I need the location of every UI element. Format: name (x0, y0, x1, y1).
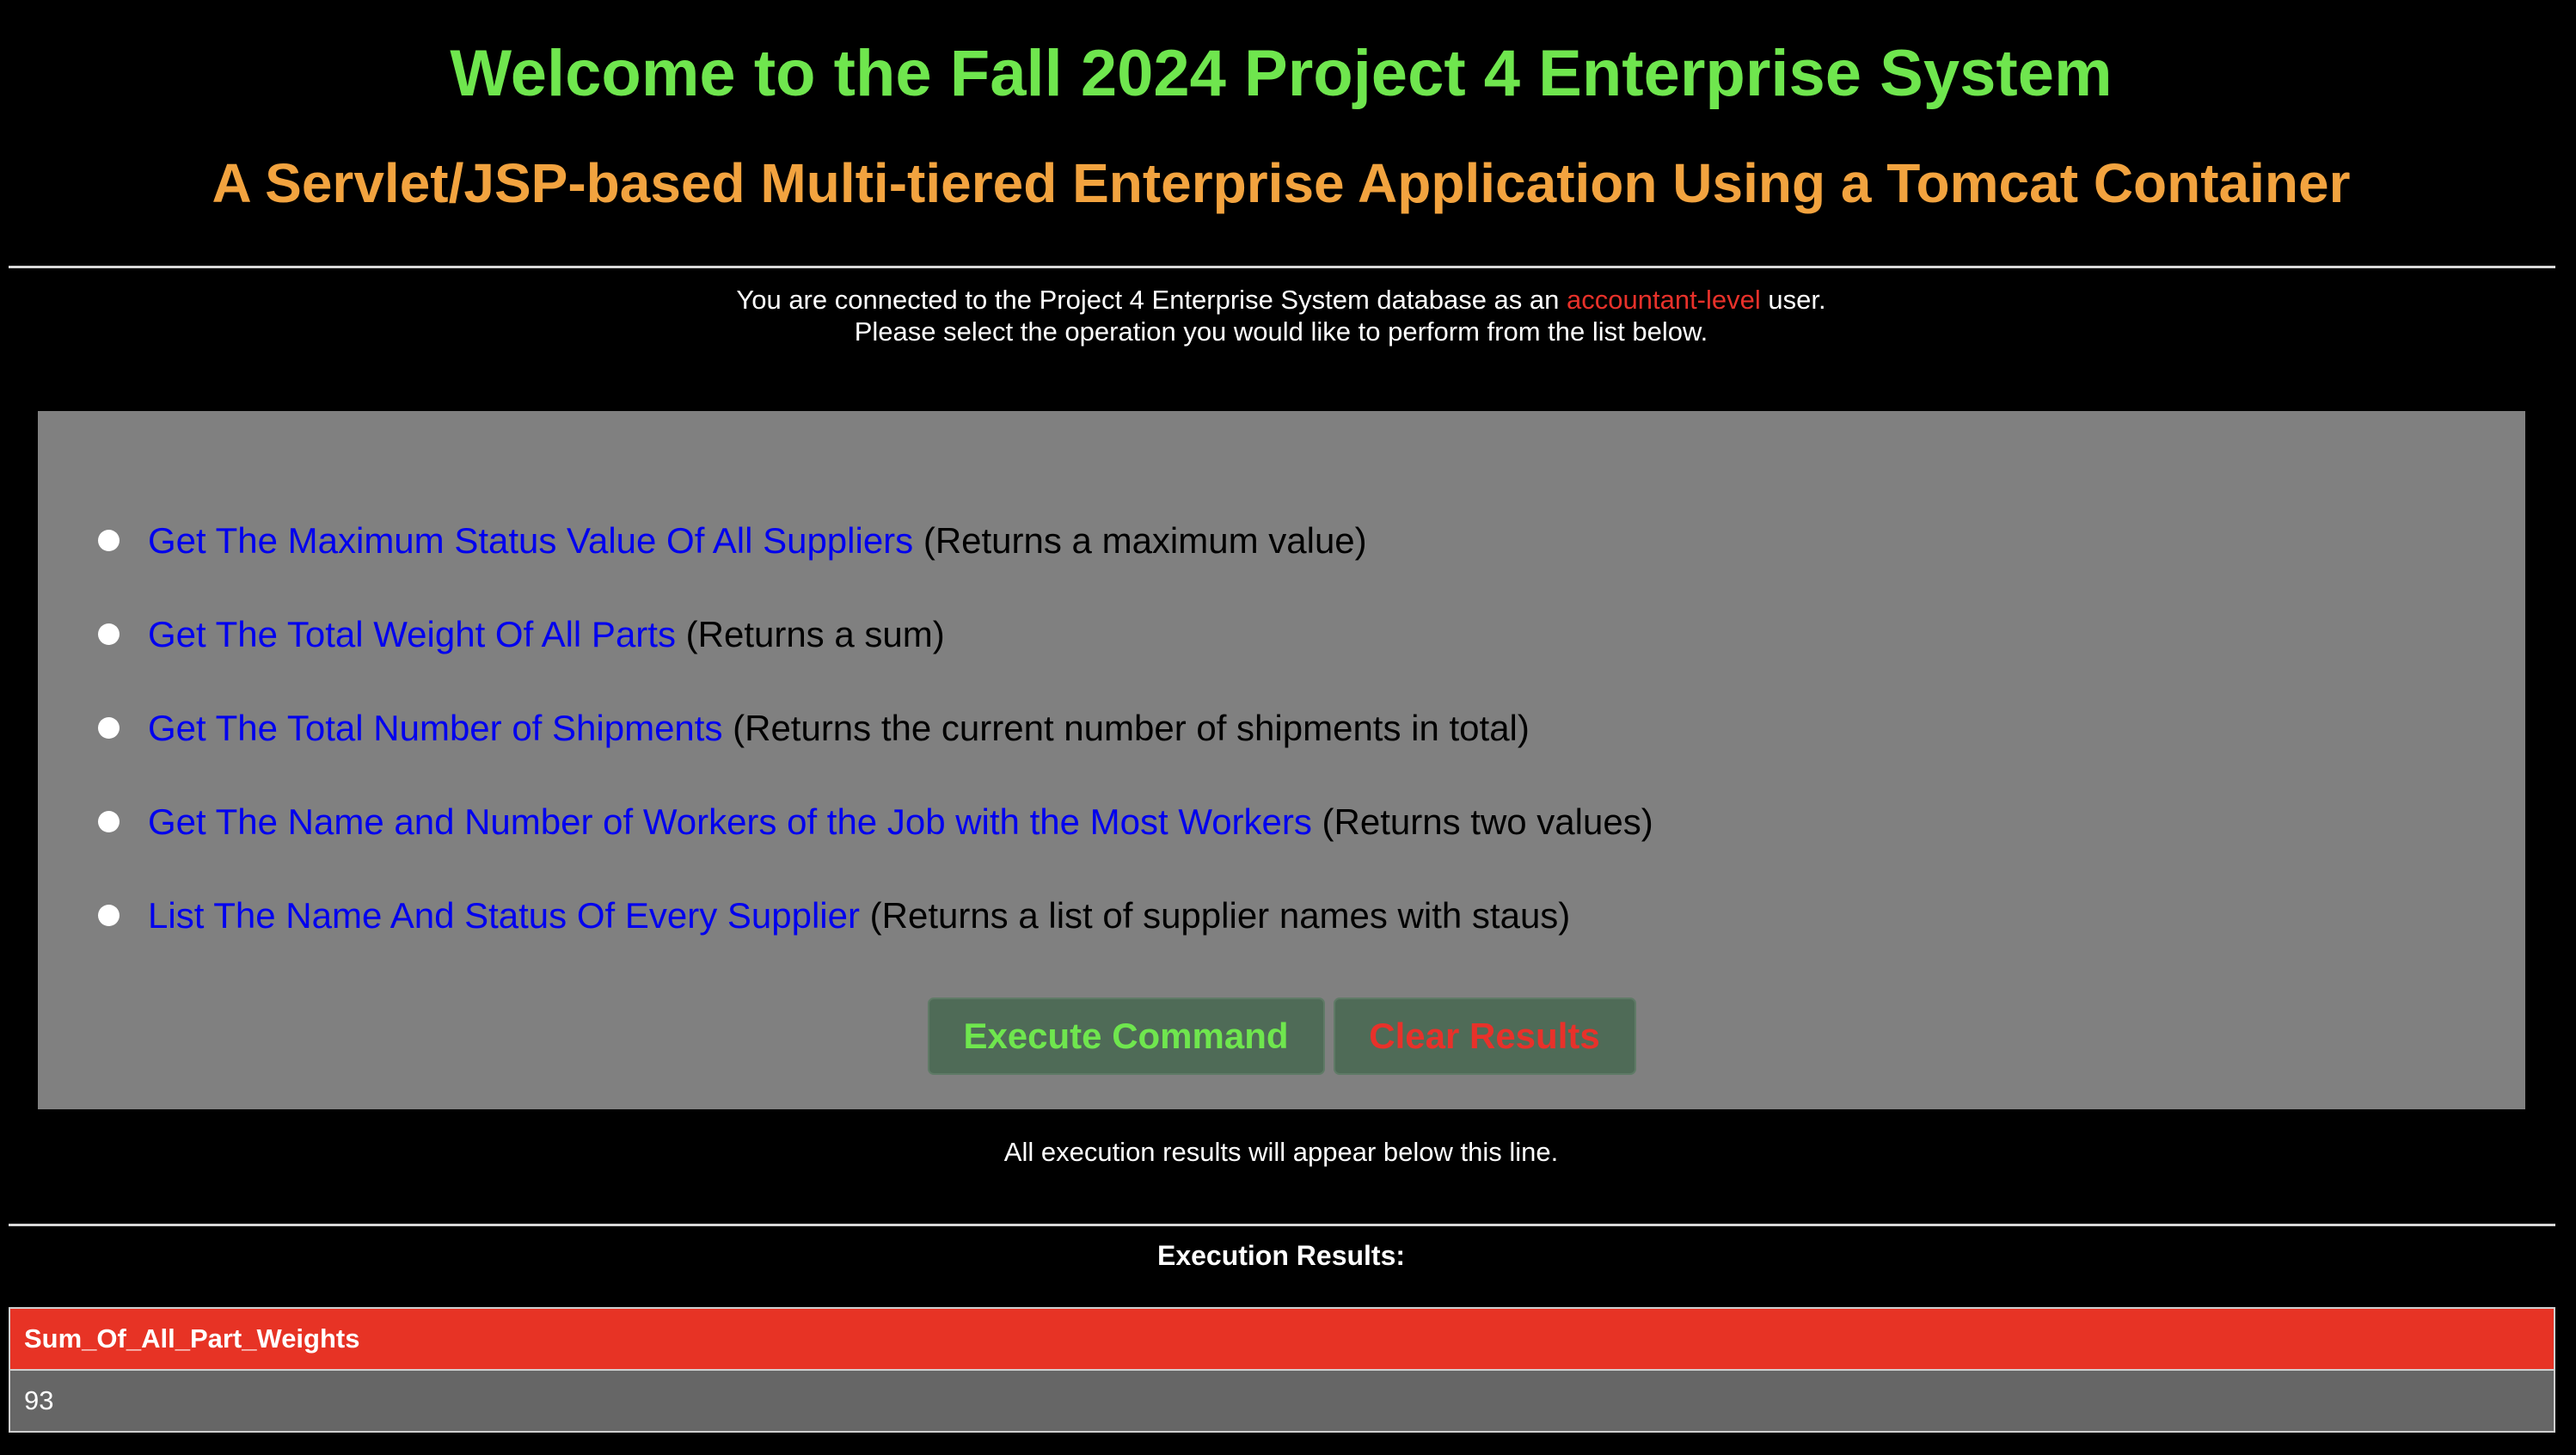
operation-description: (Returns two values) (1311, 801, 1653, 842)
radio-button[interactable] (98, 905, 120, 926)
connection-line: You are connected to the Project 4 Enter… (0, 284, 2562, 316)
operation-link[interactable]: Get The Total Weight Of All Parts (148, 614, 676, 654)
operation-description: (Returns a sum) (675, 613, 945, 654)
connection-info: You are connected to the Project 4 Enter… (0, 284, 2562, 347)
operation-item-most-workers: Get The Name and Number of Workers of th… (38, 775, 2525, 869)
radio-button[interactable] (98, 717, 120, 739)
results-heading: Execution Results: (1156, 1240, 1406, 1271)
instruction-line: Please select the operation you would li… (854, 316, 1708, 347)
operation-description: (Returns a list of supplier names with s… (859, 894, 1571, 936)
results-divider (9, 1224, 2555, 1226)
operation-text: Get The Maximum Status Value Of All Supp… (148, 520, 1367, 562)
execute-command-button[interactable]: Execute Command (927, 998, 1325, 1075)
radio-button[interactable] (98, 811, 120, 832)
operations-list: Get The Maximum Status Value Of All Supp… (38, 494, 2525, 962)
operations-panel: Get The Maximum Status Value Of All Supp… (38, 411, 2525, 1109)
operation-text: Get The Total Weight Of All Parts (Retur… (148, 614, 945, 655)
operation-item-total-weight: Get The Total Weight Of All Parts (Retur… (38, 587, 2525, 681)
column-header: Sum_Of_All_Part_Weights (9, 1307, 2555, 1371)
operation-link[interactable]: Get The Total Number of Shipments (148, 708, 722, 748)
results-note: All execution results will appear below … (1003, 1137, 1559, 1167)
button-row: Execute Command Clear Results (38, 998, 2525, 1075)
table-header-row: Sum_Of_All_Part_Weights (9, 1307, 2555, 1371)
operation-text: Get The Total Number of Shipments (Retur… (148, 708, 1530, 749)
operation-text: Get The Name and Number of Workers of th… (148, 801, 1653, 843)
operation-link[interactable]: List The Name And Status Of Every Suppli… (148, 895, 860, 936)
connection-prefix: You are connected to the Project 4 Enter… (736, 285, 1567, 315)
page-subtitle: A Servlet/JSP-based Multi-tiered Enterpr… (212, 152, 2351, 214)
operation-item-max-status: Get The Maximum Status Value Of All Supp… (38, 494, 2525, 587)
radio-button[interactable] (98, 623, 120, 645)
page-title: Welcome to the Fall 2024 Project 4 Enter… (450, 37, 2113, 110)
clear-results-button[interactable]: Clear Results (1333, 998, 1636, 1075)
user-role: accountant-level (1567, 285, 1761, 315)
operation-item-supplier-list: List The Name And Status Of Every Suppli… (38, 869, 2525, 962)
radio-button[interactable] (98, 530, 120, 551)
operation-text: List The Name And Status Of Every Suppli… (148, 895, 1570, 936)
table-cell: 93 (9, 1369, 2555, 1433)
table-row: 93 (9, 1369, 2555, 1433)
operation-link[interactable]: Get The Maximum Status Value Of All Supp… (148, 520, 913, 561)
operation-description: (Returns the current number of shipments… (722, 707, 1530, 748)
operation-link[interactable]: Get The Name and Number of Workers of th… (148, 801, 1312, 842)
page: Welcome to the Fall 2024 Project 4 Enter… (0, 0, 2576, 1455)
results-table: Sum_Of_All_Part_Weights 93 (9, 1307, 2555, 1433)
top-divider (9, 266, 2555, 268)
connection-suffix: user. (1760, 285, 1826, 315)
operation-description: (Returns a maximum value) (913, 519, 1367, 561)
operation-item-total-shipments: Get The Total Number of Shipments (Retur… (38, 681, 2525, 775)
